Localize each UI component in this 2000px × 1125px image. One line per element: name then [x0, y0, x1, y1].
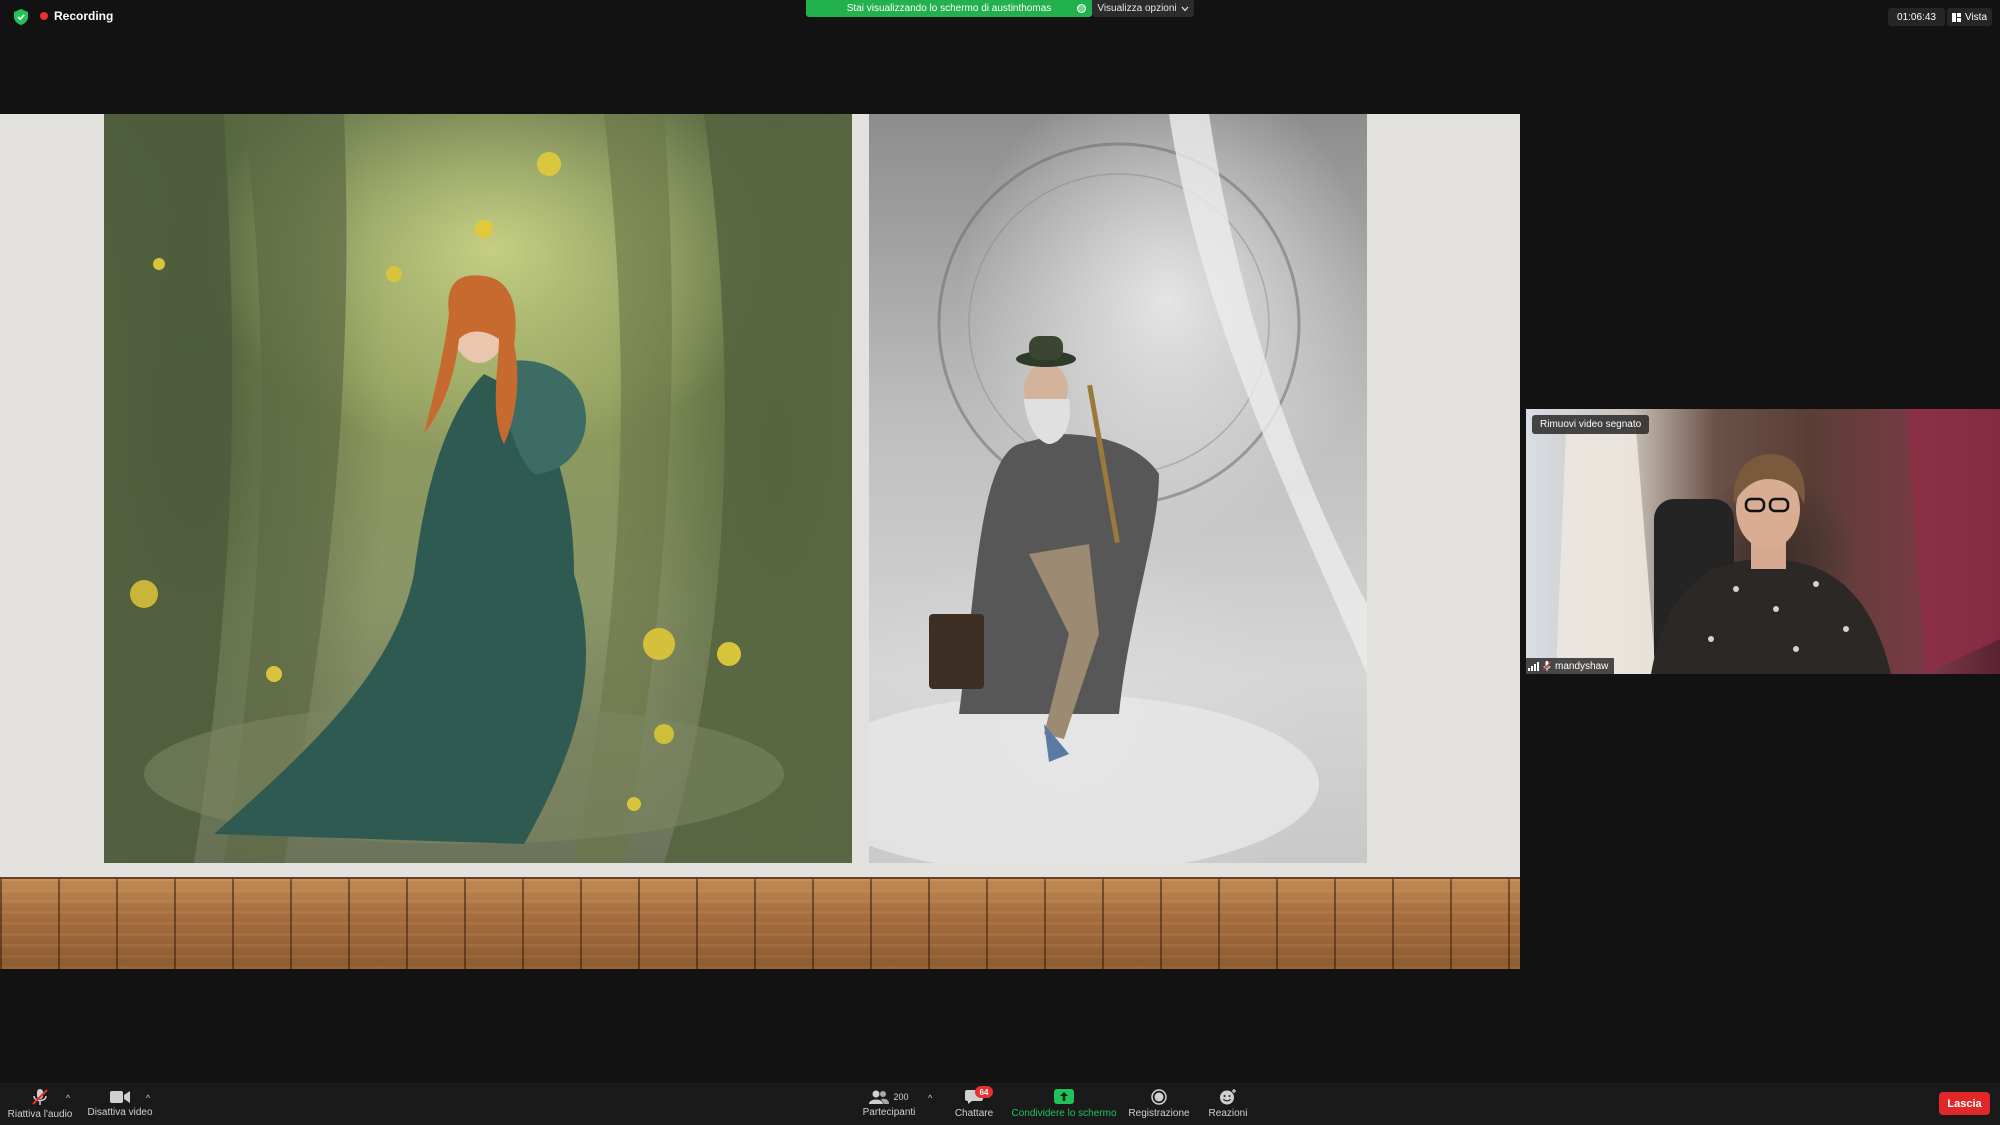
zoom-meeting-window: Recording Stai visualizzando lo schermo … — [0, 0, 2000, 1125]
video-camera-icon — [110, 1091, 130, 1103]
muted-mic-icon — [1543, 661, 1551, 671]
video-options-caret-icon[interactable]: ^ — [146, 1093, 150, 1103]
recording-label: Recording — [54, 9, 114, 23]
view-options-button[interactable]: Visualizza opzioni — [1092, 0, 1194, 17]
participants-icon — [869, 1090, 890, 1104]
stop-video-button[interactable]: Disattiva video — [82, 1083, 158, 1125]
clock-traveller-illustration — [869, 114, 1367, 863]
top-bar: Recording Stai visualizzando lo schermo … — [0, 0, 2000, 32]
recording-indicator[interactable]: Recording — [40, 9, 113, 23]
chat-button[interactable]: Chattare — [946, 1083, 1002, 1125]
view-button-label: Vista — [1964, 11, 1988, 23]
unmute-label: Riattiva l'audio — [7, 1109, 73, 1120]
record-icon — [1151, 1089, 1167, 1105]
emoji-reaction-icon — [1220, 1089, 1236, 1105]
shared-screen — [0, 114, 1520, 969]
forest-woman-photo — [104, 114, 852, 863]
view-button[interactable]: Vista — [1947, 8, 1992, 26]
remove-pin-label: Rimuovi video segnato — [1540, 419, 1642, 430]
share-status-icon — [1077, 4, 1086, 13]
clock-traveller-photo — [869, 114, 1367, 863]
participant-name-tag: mandyshaw — [1526, 658, 1615, 674]
chat-label: Chattare — [954, 1108, 994, 1119]
chat-unread-badge: 64 — [975, 1086, 993, 1098]
grid-view-icon — [1951, 12, 1961, 22]
record-label: Registrazione — [1128, 1108, 1190, 1119]
signal-strength-icon — [1528, 661, 1539, 671]
audio-options-caret-icon[interactable]: ^ — [66, 1093, 70, 1103]
wooden-floor — [0, 877, 1520, 969]
stop-video-label: Disattiva video — [87, 1107, 153, 1118]
leave-label: Lascia — [1947, 1097, 1982, 1110]
unmute-button[interactable]: Riattiva l'audio — [4, 1083, 76, 1125]
participant-video-feed — [1556, 409, 2000, 674]
share-screen-button[interactable]: Condividere lo schermo — [1008, 1083, 1120, 1125]
meeting-timer-value: 01:06:43 — [1897, 11, 1936, 23]
screen-share-banner: Stai visualizzando lo schermo di austint… — [806, 0, 1092, 17]
reactions-label: Reazioni — [1208, 1108, 1248, 1119]
participants-label: Partecipanti — [862, 1107, 916, 1118]
reactions-button[interactable]: Reazioni — [1200, 1083, 1256, 1125]
shield-icon[interactable] — [14, 9, 28, 25]
remove-pin-button[interactable]: Rimuovi video segnato — [1532, 415, 1650, 434]
share-screen-label: Condividere lo schermo — [1011, 1108, 1117, 1119]
participant-name: mandyshaw — [1555, 660, 1609, 672]
leave-meeting-button[interactable]: Lascia — [1939, 1092, 1990, 1115]
meeting-timer: 01:06:43 — [1888, 8, 1945, 26]
share-screen-icon — [1054, 1089, 1074, 1104]
forest-woman-illustration — [104, 114, 852, 863]
participants-options-caret-icon[interactable]: ^ — [928, 1093, 932, 1103]
share-banner-text: Stai visualizzando lo schermo di austint… — [846, 3, 1052, 14]
chevron-down-icon — [1181, 6, 1189, 11]
participants-button[interactable]: 200 Partecipanti — [856, 1083, 922, 1125]
muted-microphone-icon — [32, 1089, 48, 1105]
record-button[interactable]: Registrazione — [1124, 1083, 1194, 1125]
recording-dot-icon — [40, 12, 48, 20]
view-options-label: Visualizza opzioni — [1097, 3, 1177, 14]
participants-count: 200 — [893, 1092, 909, 1102]
participant-video-tile[interactable]: Rimuovi video segnato mandyshaw — [1526, 409, 2000, 674]
meeting-toolbar: Riattiva l'audio ^ Disattiva video ^ 200… — [0, 1083, 2000, 1125]
